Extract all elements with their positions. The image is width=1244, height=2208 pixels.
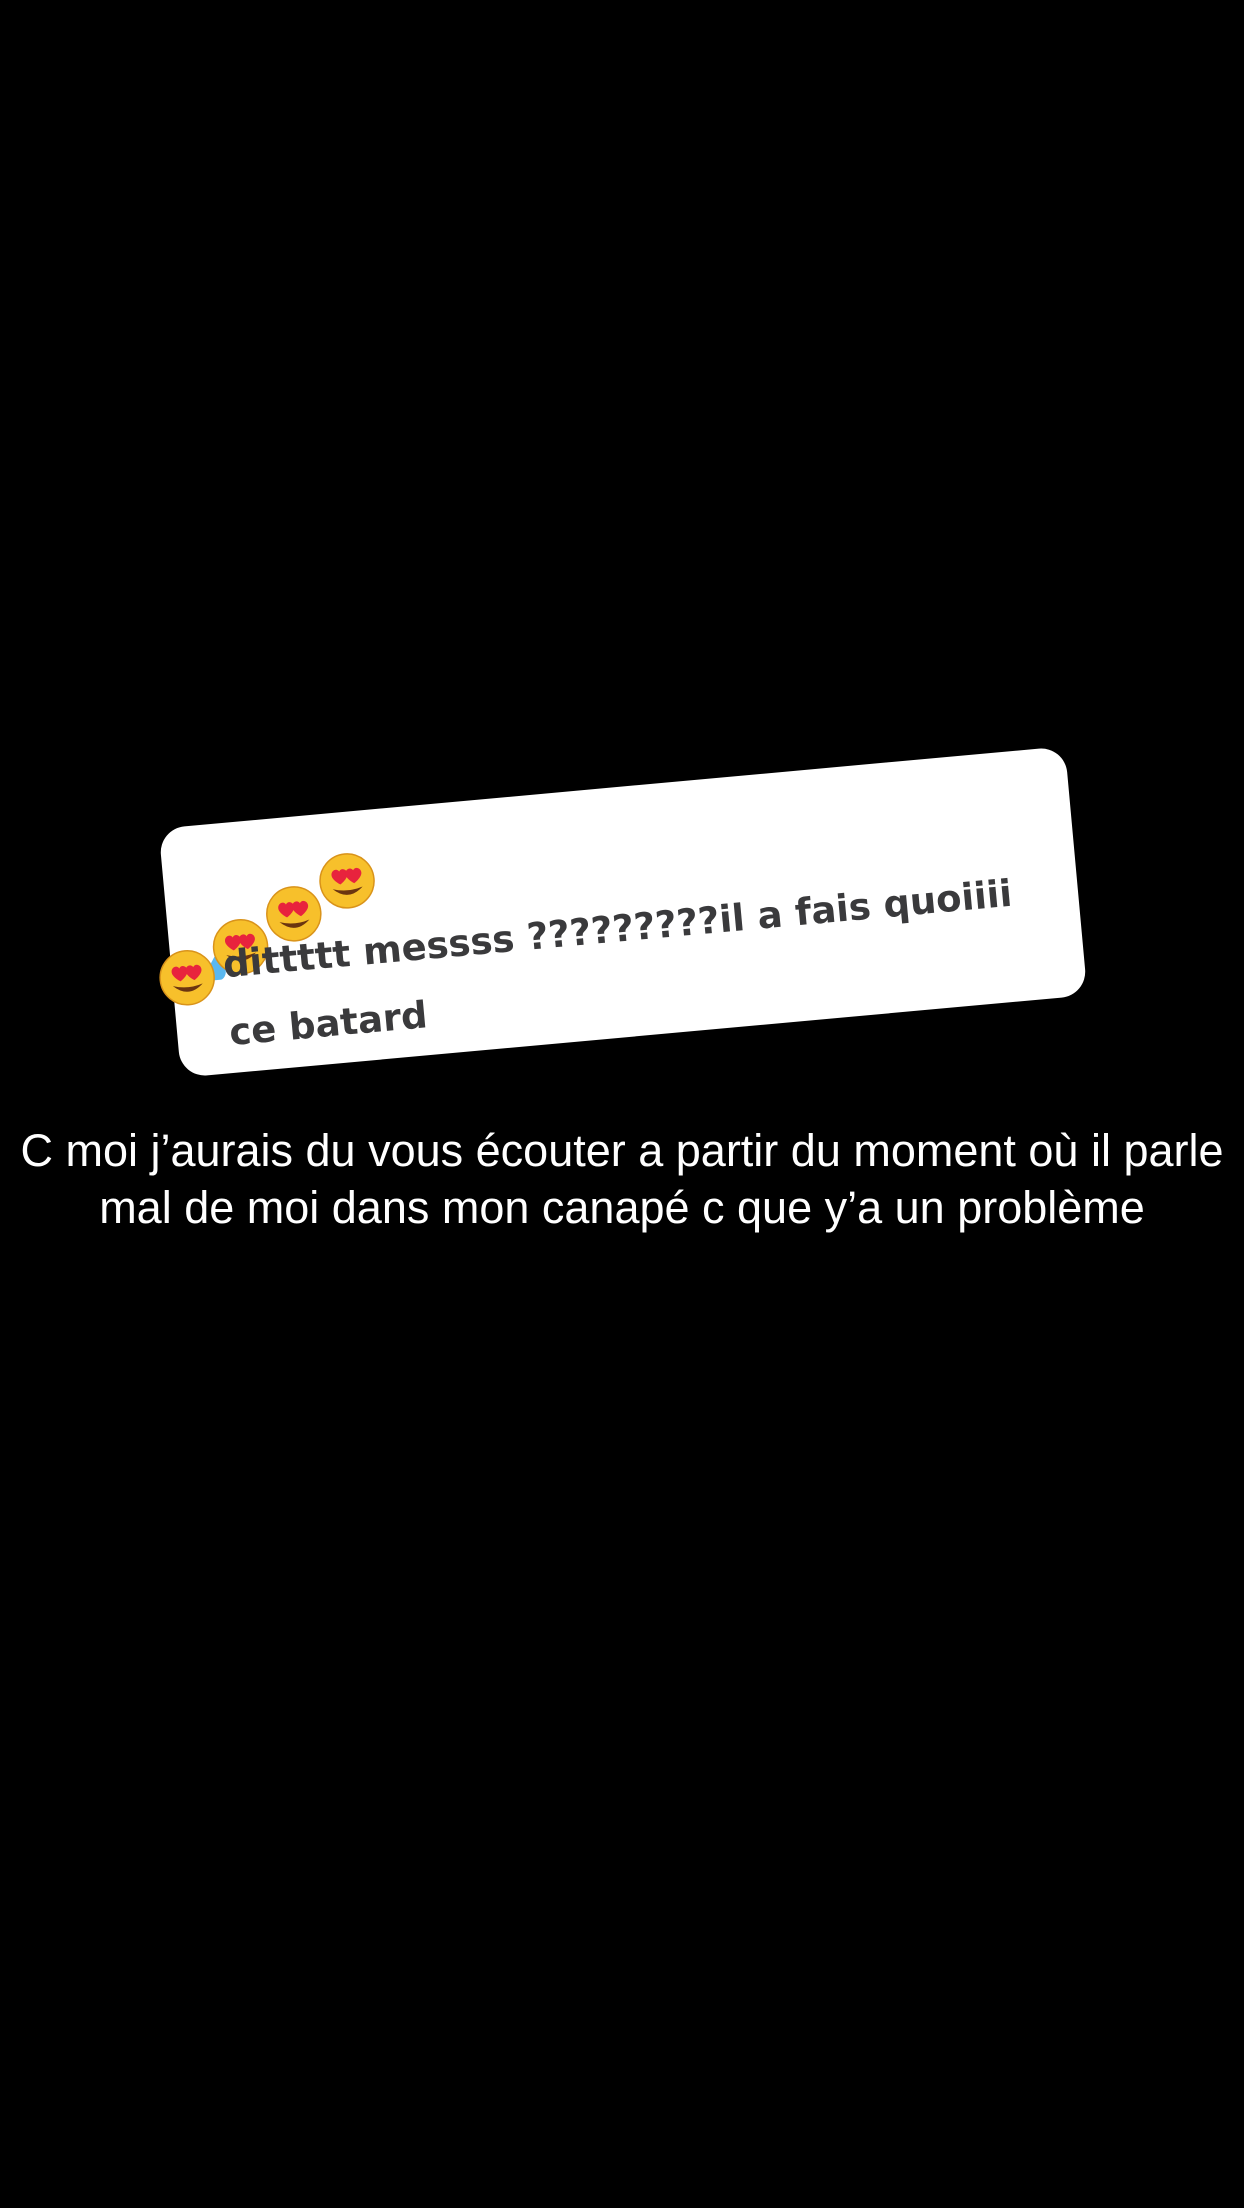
story-caption: C moi j’aurais du vous écouter a partir …	[20, 1125, 1224, 1233]
heart-eyes-emoji-icon	[159, 950, 215, 1006]
heart-eyes-emoji-icon	[319, 853, 375, 909]
story-screen: dittttt messss ?????????il a fais quoiii…	[0, 0, 1244, 2208]
comment-reply-card[interactable]: dittttt messss ?????????il a fais quoiii…	[158, 746, 1088, 1078]
